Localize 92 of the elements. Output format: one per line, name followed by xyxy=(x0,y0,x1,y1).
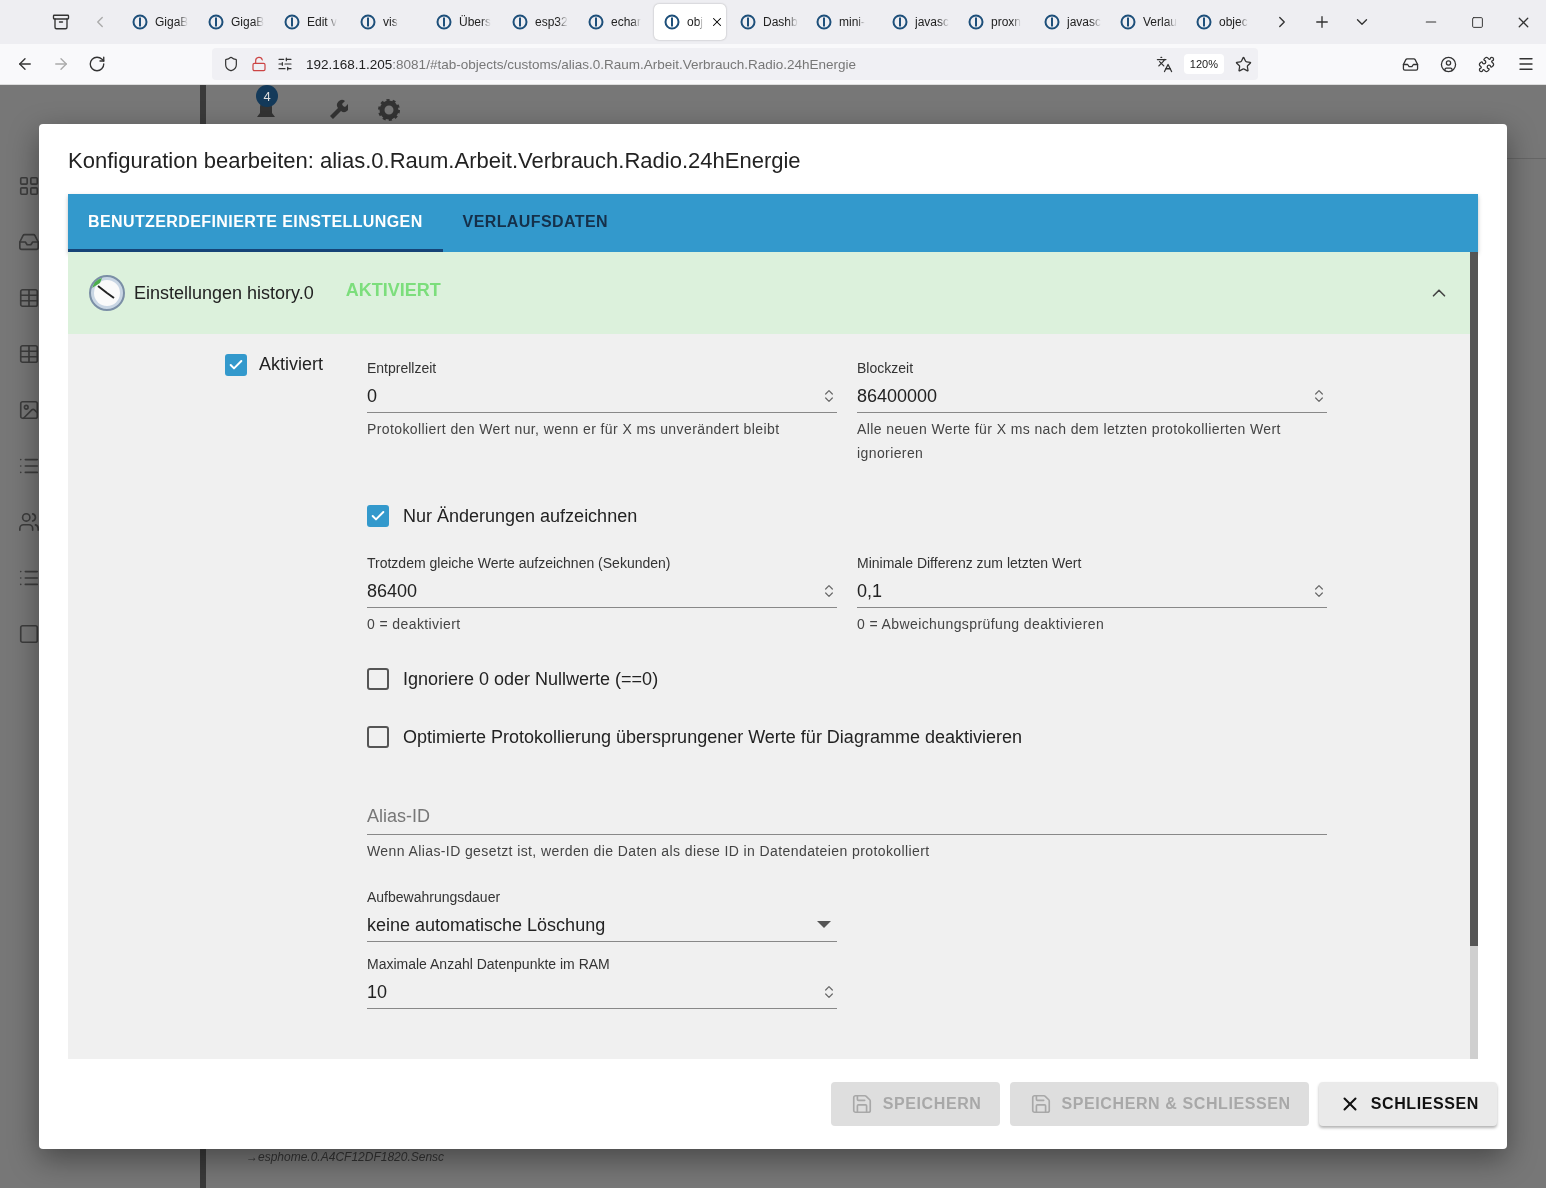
tab-list-icon[interactable] xyxy=(52,13,70,31)
account-icon[interactable] xyxy=(1439,55,1457,73)
clock-icon xyxy=(88,274,126,312)
translate-icon[interactable] xyxy=(1156,55,1174,73)
checkbox[interactable] xyxy=(367,505,389,527)
browser-tab[interactable]: GigaB xyxy=(122,4,198,40)
wrench-icon xyxy=(328,99,348,119)
sidebar-icon xyxy=(18,511,40,533)
object-path: →esphome.0.A4CF12DF1820.Sensc xyxy=(246,1150,446,1164)
site-icon xyxy=(1120,14,1136,30)
extensions-icon[interactable] xyxy=(1477,55,1495,73)
browser-tab[interactable]: echar xyxy=(578,4,654,40)
browser-tab[interactable]: javasc xyxy=(882,4,958,40)
checkbox-label: Nur Änderungen aufzeichnen xyxy=(403,505,638,527)
browser-tab[interactable]: vis xyxy=(350,4,426,40)
helper-text: Alle neuen Werte für X ms nach dem letzten protokollierten Wert ignorieren xyxy=(857,420,1282,463)
number-field[interactable]: 86400000 xyxy=(857,380,1327,413)
zoom-level[interactable]: 120% xyxy=(1183,54,1224,74)
sidebar-icon xyxy=(18,623,40,645)
new-tab-icon[interactable] xyxy=(1313,13,1331,31)
field-label: Trotzdem gleiche Werte aufzeichnen (Sekunden) xyxy=(367,555,672,571)
shield-icon xyxy=(223,56,239,72)
browser-tab[interactable]: obj xyxy=(654,4,726,40)
helper-text: 0 = deaktiviert xyxy=(367,615,462,634)
sidebar-icon xyxy=(18,399,40,421)
pocket-icon[interactable] xyxy=(1401,55,1419,73)
checkbox[interactable] xyxy=(367,726,389,748)
field-label: Minimale Differenz zum letzten Wert xyxy=(857,555,1083,571)
status-label: AKTIVIERT xyxy=(345,279,441,301)
site-icon xyxy=(816,14,832,30)
count-badge: 4 xyxy=(256,85,278,107)
site-icon xyxy=(436,14,452,30)
site-icon xyxy=(284,14,300,30)
checkbox[interactable] xyxy=(225,354,247,376)
field-label: Entprellzeit xyxy=(367,360,438,376)
section-header[interactable]: Einstellungen history.0 AKTIVIERT xyxy=(68,252,1470,334)
permissions-icon xyxy=(277,56,293,72)
gear-icon xyxy=(378,99,400,121)
field-label: Blockzeit xyxy=(857,360,915,376)
browser-tab[interactable]: Edit v xyxy=(274,4,350,40)
browser-tab[interactable]: Verlau xyxy=(1110,4,1186,40)
tab[interactable]: VERLAUFSDATEN xyxy=(442,194,628,252)
sidebar-icon xyxy=(18,231,40,253)
number-field[interactable]: 0 xyxy=(367,380,837,413)
number-field[interactable]: 10 xyxy=(367,976,837,1009)
dropdown-arrow-icon xyxy=(817,921,831,929)
back-icon[interactable] xyxy=(16,55,34,73)
site-icon xyxy=(1044,14,1060,30)
site-icon xyxy=(132,14,148,30)
site-icon xyxy=(664,14,680,30)
site-icon xyxy=(512,14,528,30)
site-icon xyxy=(360,14,376,30)
site-icon xyxy=(740,14,756,30)
number-field[interactable]: 86400 xyxy=(367,575,837,608)
lock-icon xyxy=(251,56,267,72)
browser-tab[interactable]: objec xyxy=(1186,4,1262,40)
section-title: Einstellungen history.0 xyxy=(134,282,314,304)
site-icon xyxy=(588,14,604,30)
sidebar-icon xyxy=(18,175,40,197)
site-icon xyxy=(1196,14,1212,30)
browser-tab[interactable]: proxn xyxy=(958,4,1034,40)
checkbox[interactable] xyxy=(367,668,389,690)
checkbox-label: Aktiviert xyxy=(259,354,323,375)
site-icon xyxy=(968,14,984,30)
browser-tab[interactable]: Dashb xyxy=(730,4,806,40)
browser-tab[interactable]: GigaB xyxy=(198,4,274,40)
helper-text: Protokolliert den Wert nur, wenn er für X ms unverändert bleibt xyxy=(367,420,781,439)
helper-text: 0 = Abweichungsprüfung deaktivieren xyxy=(857,615,1106,634)
field-label: Maximale Anzahl Datenpunkte im RAM xyxy=(367,956,611,972)
maximize-icon[interactable] xyxy=(1470,15,1484,29)
browser-tab[interactable]: esp32 xyxy=(502,4,578,40)
browser-tab[interactable]: mini- xyxy=(806,4,882,40)
browser-tab[interactable]: Übers xyxy=(426,4,502,40)
site-icon xyxy=(892,14,908,30)
menu-icon[interactable] xyxy=(1517,55,1535,73)
reload-icon[interactable] xyxy=(88,55,106,73)
dialog-title: Konfiguration bearbeiten: alias.0.Raum.Arbeit.Verbrauch.Radio.24hEnergie xyxy=(67,147,802,175)
input-field[interactable]: Alias-ID xyxy=(367,798,1327,835)
checkbox-label: Ignoriere 0 oder Nullwerte (==0) xyxy=(403,668,659,690)
sidebar-icon xyxy=(18,287,40,309)
helper-text: Wenn Alias-ID gesetzt ist, werden die Daten als diese ID in Datendateien protokolliert xyxy=(367,842,931,861)
close-icon[interactable] xyxy=(710,15,724,29)
number-field[interactable]: 0,1 xyxy=(857,575,1327,608)
field-label: Aufbewahrungsdauer xyxy=(367,889,502,905)
sidebar-icon xyxy=(18,343,40,365)
checkbox-label: Optimierte Protokollierung übersprungener Werte für Diagramme deaktivieren xyxy=(403,726,1022,748)
address-bar[interactable]: 192.168.1.205:8081/#tab-objects/customs/alias.0.Raum.Arbeit.Verbrauch.Radio.24hEnergie 120% xyxy=(212,48,1258,80)
select-field[interactable]: keine automatische Löschung xyxy=(367,909,837,942)
site-icon xyxy=(208,14,224,30)
close-button[interactable]: SCHLIESSEN xyxy=(1318,1082,1497,1126)
browser-tab[interactable]: javasc xyxy=(1034,4,1110,40)
star-icon[interactable] xyxy=(1234,55,1252,73)
